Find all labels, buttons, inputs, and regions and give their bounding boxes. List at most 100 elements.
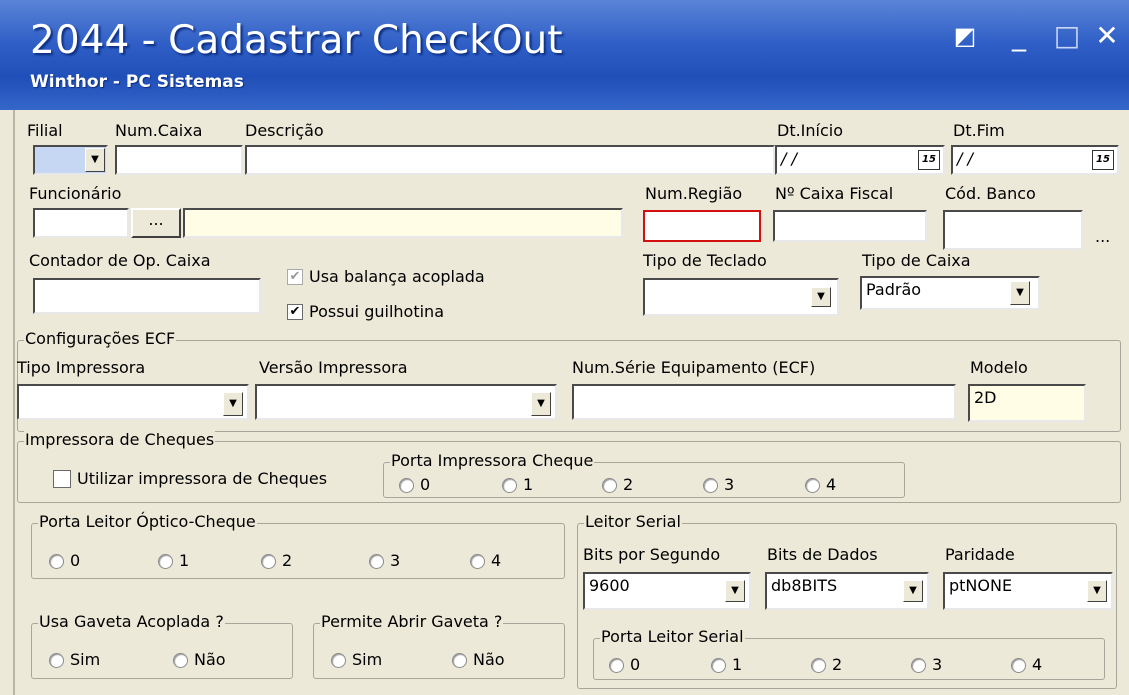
porta-cheque-radio-4[interactable]: 4 [805, 476, 836, 494]
contador-label: Contador de Op. Caixa [29, 251, 211, 270]
radio-icon [811, 657, 826, 673]
restore-button[interactable]: ◩ [950, 22, 980, 52]
window-subtitle: Winthor - PC Sistemas [30, 72, 244, 92]
dt-fim-input[interactable]: / / 15 [951, 145, 1119, 175]
maximize-button[interactable]: □ [1052, 22, 1082, 52]
porta-serial-radio-4[interactable]: 4 [1011, 656, 1042, 674]
permite-gaveta-label: Permite Abrir Gaveta ? [320, 612, 504, 631]
calendar-icon[interactable]: 15 [918, 150, 940, 170]
porta-serial-label: Porta Leitor Serial [600, 627, 745, 646]
porta-cheque-label: Porta Impressora Cheque [390, 451, 595, 470]
paridade-label: Paridade [945, 545, 1015, 564]
tipo-impressora-select[interactable]: ▼ [17, 384, 249, 420]
paridade-value: ptNONE [949, 576, 1013, 595]
leitor-serial-label: Leitor Serial [584, 512, 682, 531]
paridade-select[interactable]: ptNONE ▼ [943, 572, 1113, 610]
caixa-fiscal-input[interactable] [773, 210, 927, 242]
modelo-value: 2D [974, 388, 997, 407]
usa-gaveta-sim-radio[interactable]: Sim [49, 651, 100, 669]
checkmark-icon: ✔ [287, 269, 303, 285]
permite-gaveta-sim-radio[interactable]: Sim [331, 651, 382, 669]
radio-icon [49, 652, 64, 668]
leitor-optico-radio-1[interactable]: 1 [158, 552, 189, 570]
cod-banco-input[interactable] [943, 210, 1083, 250]
num-serie-input[interactable] [572, 384, 956, 420]
radio-icon [452, 652, 467, 668]
porta-cheque-radio-3[interactable]: 3 [703, 476, 734, 494]
porta-cheque-radio-0[interactable]: 0 [399, 476, 430, 494]
descricao-input[interactable] [245, 145, 775, 175]
bits-dados-select[interactable]: db8BITS ▼ [765, 572, 929, 610]
dt-inicio-value: / / [781, 149, 797, 168]
descricao-label: Descrição [245, 121, 324, 140]
tipo-teclado-label: Tipo de Teclado [643, 251, 767, 270]
porta-cheque-radio-2[interactable]: 2 [602, 476, 633, 494]
usa-gaveta-nao-radio[interactable]: Não [173, 651, 226, 669]
radio-icon [609, 657, 624, 673]
chevron-down-icon[interactable]: ▼ [903, 580, 923, 602]
versao-impressora-label: Versão Impressora [259, 358, 408, 377]
bits-dados-value: db8BITS [771, 576, 838, 595]
porta-serial-radio-2[interactable]: 2 [811, 656, 842, 674]
radio-icon [1011, 657, 1026, 673]
dt-inicio-input[interactable]: / / 15 [775, 145, 945, 175]
chevron-down-icon[interactable]: ▼ [1087, 580, 1107, 602]
chevron-down-icon[interactable]: ▼ [531, 392, 551, 416]
num-serie-label: Num.Série Equipamento (ECF) [572, 358, 816, 377]
dt-fim-label: Dt.Fim [953, 121, 1005, 140]
chevron-down-icon[interactable]: ▼ [1010, 281, 1030, 305]
close-button[interactable]: ✕ [1092, 22, 1122, 52]
funcionario-code-input[interactable] [33, 208, 129, 238]
modelo-label: Modelo [970, 358, 1028, 377]
calendar-icon[interactable]: 15 [1092, 150, 1114, 170]
permite-gaveta-nao-radio[interactable]: Não [452, 651, 505, 669]
porta-serial-radio-1[interactable]: 1 [711, 656, 742, 674]
chevron-down-icon[interactable]: ▼ [725, 580, 745, 602]
num-caixa-input[interactable] [115, 145, 243, 175]
versao-impressora-select[interactable]: ▼ [255, 384, 557, 420]
minimize-button[interactable]: _ [1004, 22, 1034, 52]
num-caixa-label: Num.Caixa [115, 121, 203, 140]
tipo-teclado-select[interactable]: ▼ [643, 278, 839, 316]
leitor-optico-radio-2[interactable]: 2 [261, 552, 292, 570]
usa-balanca-checkbox[interactable]: ✔ Usa balança acoplada [287, 268, 485, 286]
tipo-caixa-select[interactable]: Padrão ▼ [860, 276, 1040, 310]
funcionario-label: Funcionário [29, 184, 122, 203]
radio-icon [602, 477, 617, 493]
chevron-down-icon[interactable]: ▼ [223, 392, 243, 416]
contador-input[interactable] [33, 278, 261, 314]
chevron-down-icon[interactable]: ▼ [811, 287, 831, 307]
checkbox-icon [53, 470, 71, 488]
porta-serial-radio-0[interactable]: 0 [609, 656, 640, 674]
cod-banco-more-button[interactable]: ... [1095, 228, 1110, 246]
radio-icon [703, 477, 718, 493]
chevron-down-icon[interactable]: ▼ [85, 148, 105, 172]
porta-serial-radio-3[interactable]: 3 [911, 656, 942, 674]
bits-dados-label: Bits de Dados [767, 545, 878, 564]
radio-icon [502, 477, 517, 493]
funcionario-lookup-button[interactable]: ... [131, 208, 181, 238]
filial-select[interactable]: ▼ [33, 145, 108, 175]
num-regiao-input[interactable] [643, 210, 761, 242]
porta-cheque-radio-1[interactable]: 1 [502, 476, 533, 494]
radio-icon [805, 477, 820, 493]
possui-guilhotina-checkbox[interactable]: ✔ Possui guilhotina [287, 303, 444, 321]
radio-icon [711, 657, 726, 673]
leitor-optico-radio-3[interactable]: 3 [369, 552, 400, 570]
cod-banco-label: Cód. Banco [945, 184, 1036, 203]
leitor-optico-radio-0[interactable]: 0 [49, 552, 80, 570]
modelo-input[interactable]: 2D [968, 384, 1086, 422]
leitor-optico-radio-4[interactable]: 4 [470, 552, 501, 570]
radio-icon [470, 553, 485, 569]
usa-gaveta-label: Usa Gaveta Acoplada ? [38, 612, 225, 631]
tipo-caixa-label: Tipo de Caixa [862, 251, 971, 270]
tipo-caixa-value: Padrão [866, 280, 922, 299]
utilizar-cheques-checkbox[interactable]: Utilizar impressora de Cheques [53, 470, 327, 488]
leitor-optico-group: Porta Leitor Óptico-Cheque [31, 513, 565, 579]
radio-icon [173, 652, 188, 668]
bits-segundo-select[interactable]: 9600 ▼ [583, 572, 751, 610]
form-area: Filial ▼ Num.Caixa Descrição Dt.Início /… [13, 110, 1121, 695]
radio-icon [158, 553, 173, 569]
filial-label: Filial [27, 121, 63, 140]
radio-icon [49, 553, 64, 569]
